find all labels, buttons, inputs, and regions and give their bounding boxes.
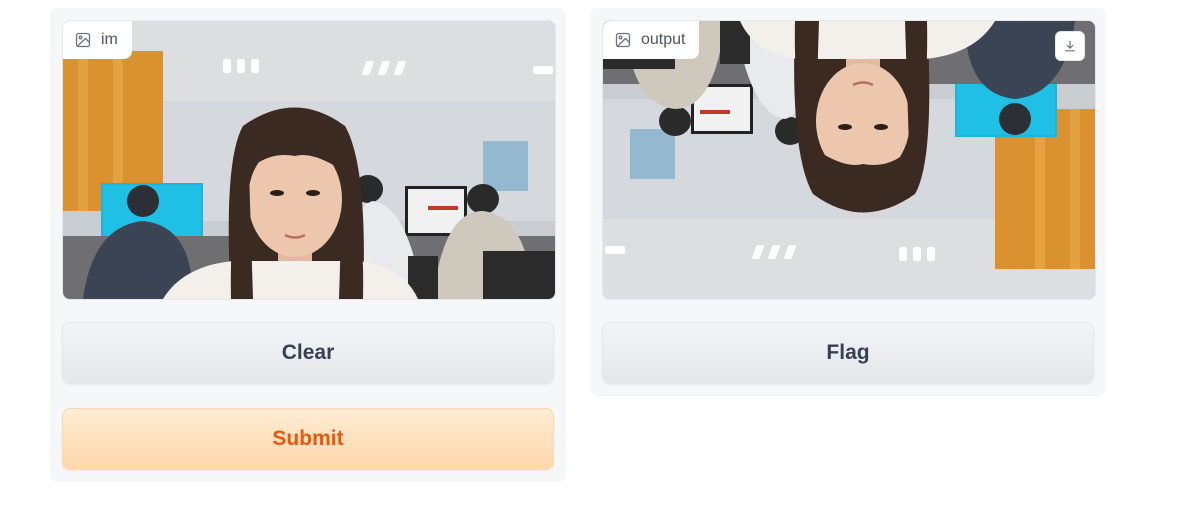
webcam-photo-flipped (603, 21, 1095, 299)
input-image[interactable]: im (62, 20, 556, 300)
output-image: output (602, 20, 1096, 300)
output-panel: output Flag (590, 8, 1106, 396)
output-image-label: output (603, 21, 700, 59)
submit-button-label: Submit (272, 427, 344, 450)
webcam-photo (63, 21, 555, 299)
image-icon (615, 32, 631, 48)
clear-button[interactable]: Clear (62, 322, 554, 384)
flag-button[interactable]: Flag (602, 322, 1094, 384)
output-image-label-text: output (641, 31, 686, 48)
input-image-label: im (63, 21, 132, 59)
download-button[interactable] (1055, 31, 1085, 61)
clear-button-label: Clear (281, 341, 335, 364)
input-panel: im Clear Submit (50, 8, 566, 482)
input-image-label-text: im (101, 31, 118, 48)
download-icon (1063, 39, 1077, 53)
flag-button-label: Flag (826, 341, 870, 364)
submit-button[interactable]: Submit (62, 408, 554, 470)
image-icon (75, 32, 91, 48)
